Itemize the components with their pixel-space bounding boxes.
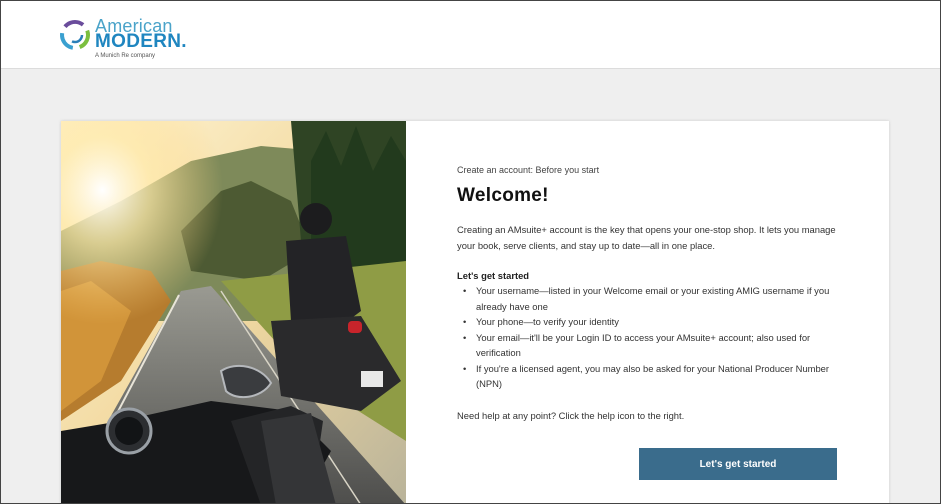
motorcycle-hero-image [61,121,406,503]
page-title: Welcome! [457,185,549,206]
checklist-heading: Let's get started [457,270,530,281]
welcome-card: Create an account: Before you start Welc… [61,121,889,503]
lets-get-started-button[interactable]: Let's get started [639,448,837,480]
app-window: American MODERN. A Munich Re company Cre… [0,0,941,504]
site-header: American MODERN. A Munich Re company [1,1,940,69]
checklist-item-email: Your email—it'll be your Login ID to acc… [457,330,837,361]
brand-tagline: A Munich Re company [95,53,156,59]
checklist-item-username: Your username—listed in your Welcome ema… [457,283,837,314]
brand-name-line2: MODERN. [95,31,187,52]
checklist-item-phone: Your phone—to verify your identity [457,314,837,330]
checklist: Your username—listed in your Welcome ema… [457,283,837,392]
checklist-item-npn: If you're a licensed agent, you may also… [457,361,837,392]
intro-text: Creating an AMsuite+ account is the key … [457,224,836,251]
help-text: Need help at any point? Click the help i… [457,410,685,421]
logo-mark-icon [60,20,90,50]
step-label: Create an account: Before you start [457,165,600,175]
